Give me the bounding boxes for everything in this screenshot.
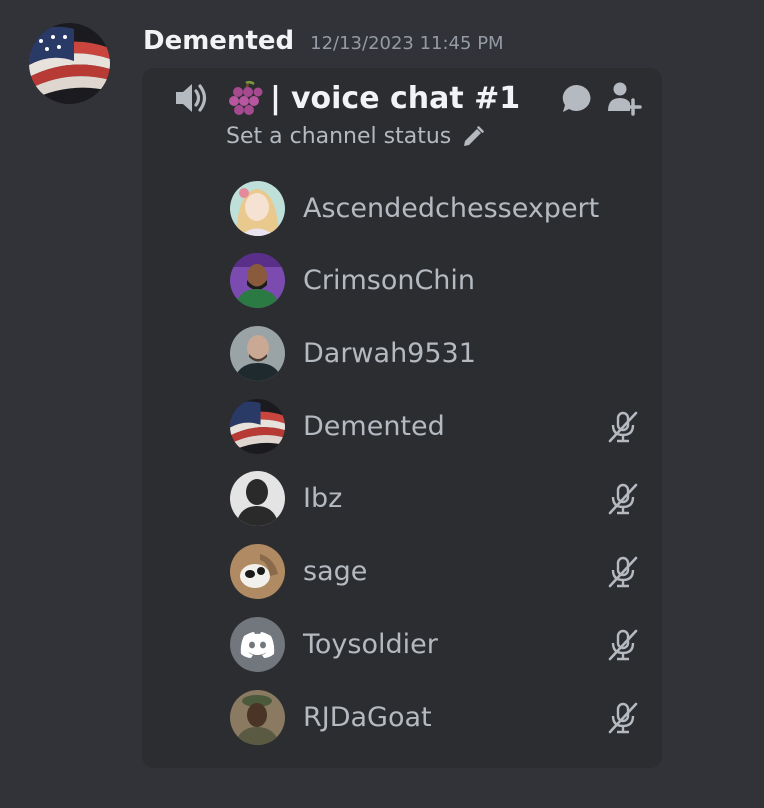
speaker-icon [172, 80, 212, 116]
member-avatar [230, 543, 285, 599]
muted-mic-icon [606, 410, 640, 444]
member-name: Darwah9531 [303, 337, 476, 369]
member-avatar [230, 325, 285, 381]
member-name: Demented [303, 410, 445, 442]
member-avatar [230, 616, 285, 672]
member-avatar [230, 689, 285, 745]
message-timestamp: 12/13/2023 11:45 PM [310, 33, 504, 54]
member-row[interactable]: Toysoldier [230, 616, 640, 672]
author-name[interactable]: Demented [143, 26, 294, 56]
member-row[interactable]: CrimsonChin [230, 252, 640, 308]
author-avatar[interactable] [29, 23, 110, 104]
member-row[interactable]: Darwah9531 [230, 325, 640, 381]
member-avatar [230, 252, 285, 308]
channel-status-placeholder: Set a channel status [226, 124, 452, 149]
voice-channel-card: | voice chat #1 Set a channel status Asc… [142, 68, 662, 768]
member-name: RJDaGoat [303, 701, 432, 733]
member-name: Ibz [303, 482, 343, 514]
muted-mic-icon [606, 628, 640, 662]
add-user-icon[interactable] [606, 80, 642, 116]
member-row[interactable]: sage [230, 543, 640, 599]
member-row[interactable]: Demented [230, 398, 640, 454]
member-avatar [230, 470, 285, 526]
pencil-icon [461, 125, 485, 149]
muted-mic-icon [606, 482, 640, 516]
channel-name[interactable]: voice chat #1 [291, 81, 520, 116]
message-header: Demented 12/13/2023 11:45 PM [143, 26, 504, 56]
chat-bubble-icon[interactable] [560, 82, 594, 116]
member-avatar [230, 398, 285, 454]
member-row[interactable]: Ascendedchessexpert [230, 180, 640, 236]
member-name: Ascendedchessexpert [303, 192, 600, 224]
muted-mic-icon [606, 701, 640, 735]
member-row[interactable]: RJDaGoat [230, 689, 640, 745]
member-name: CrimsonChin [303, 264, 476, 296]
member-name: sage [303, 555, 368, 587]
grapes-icon [224, 80, 264, 116]
member-avatar [230, 180, 285, 236]
channel-status-row[interactable]: Set a channel status [226, 124, 485, 149]
member-row[interactable]: Ibz [230, 470, 640, 526]
member-name: Toysoldier [303, 628, 438, 660]
channel-title-row[interactable]: | voice chat #1 [172, 78, 520, 118]
muted-mic-icon [606, 555, 640, 589]
channel-separator: | [270, 80, 281, 116]
